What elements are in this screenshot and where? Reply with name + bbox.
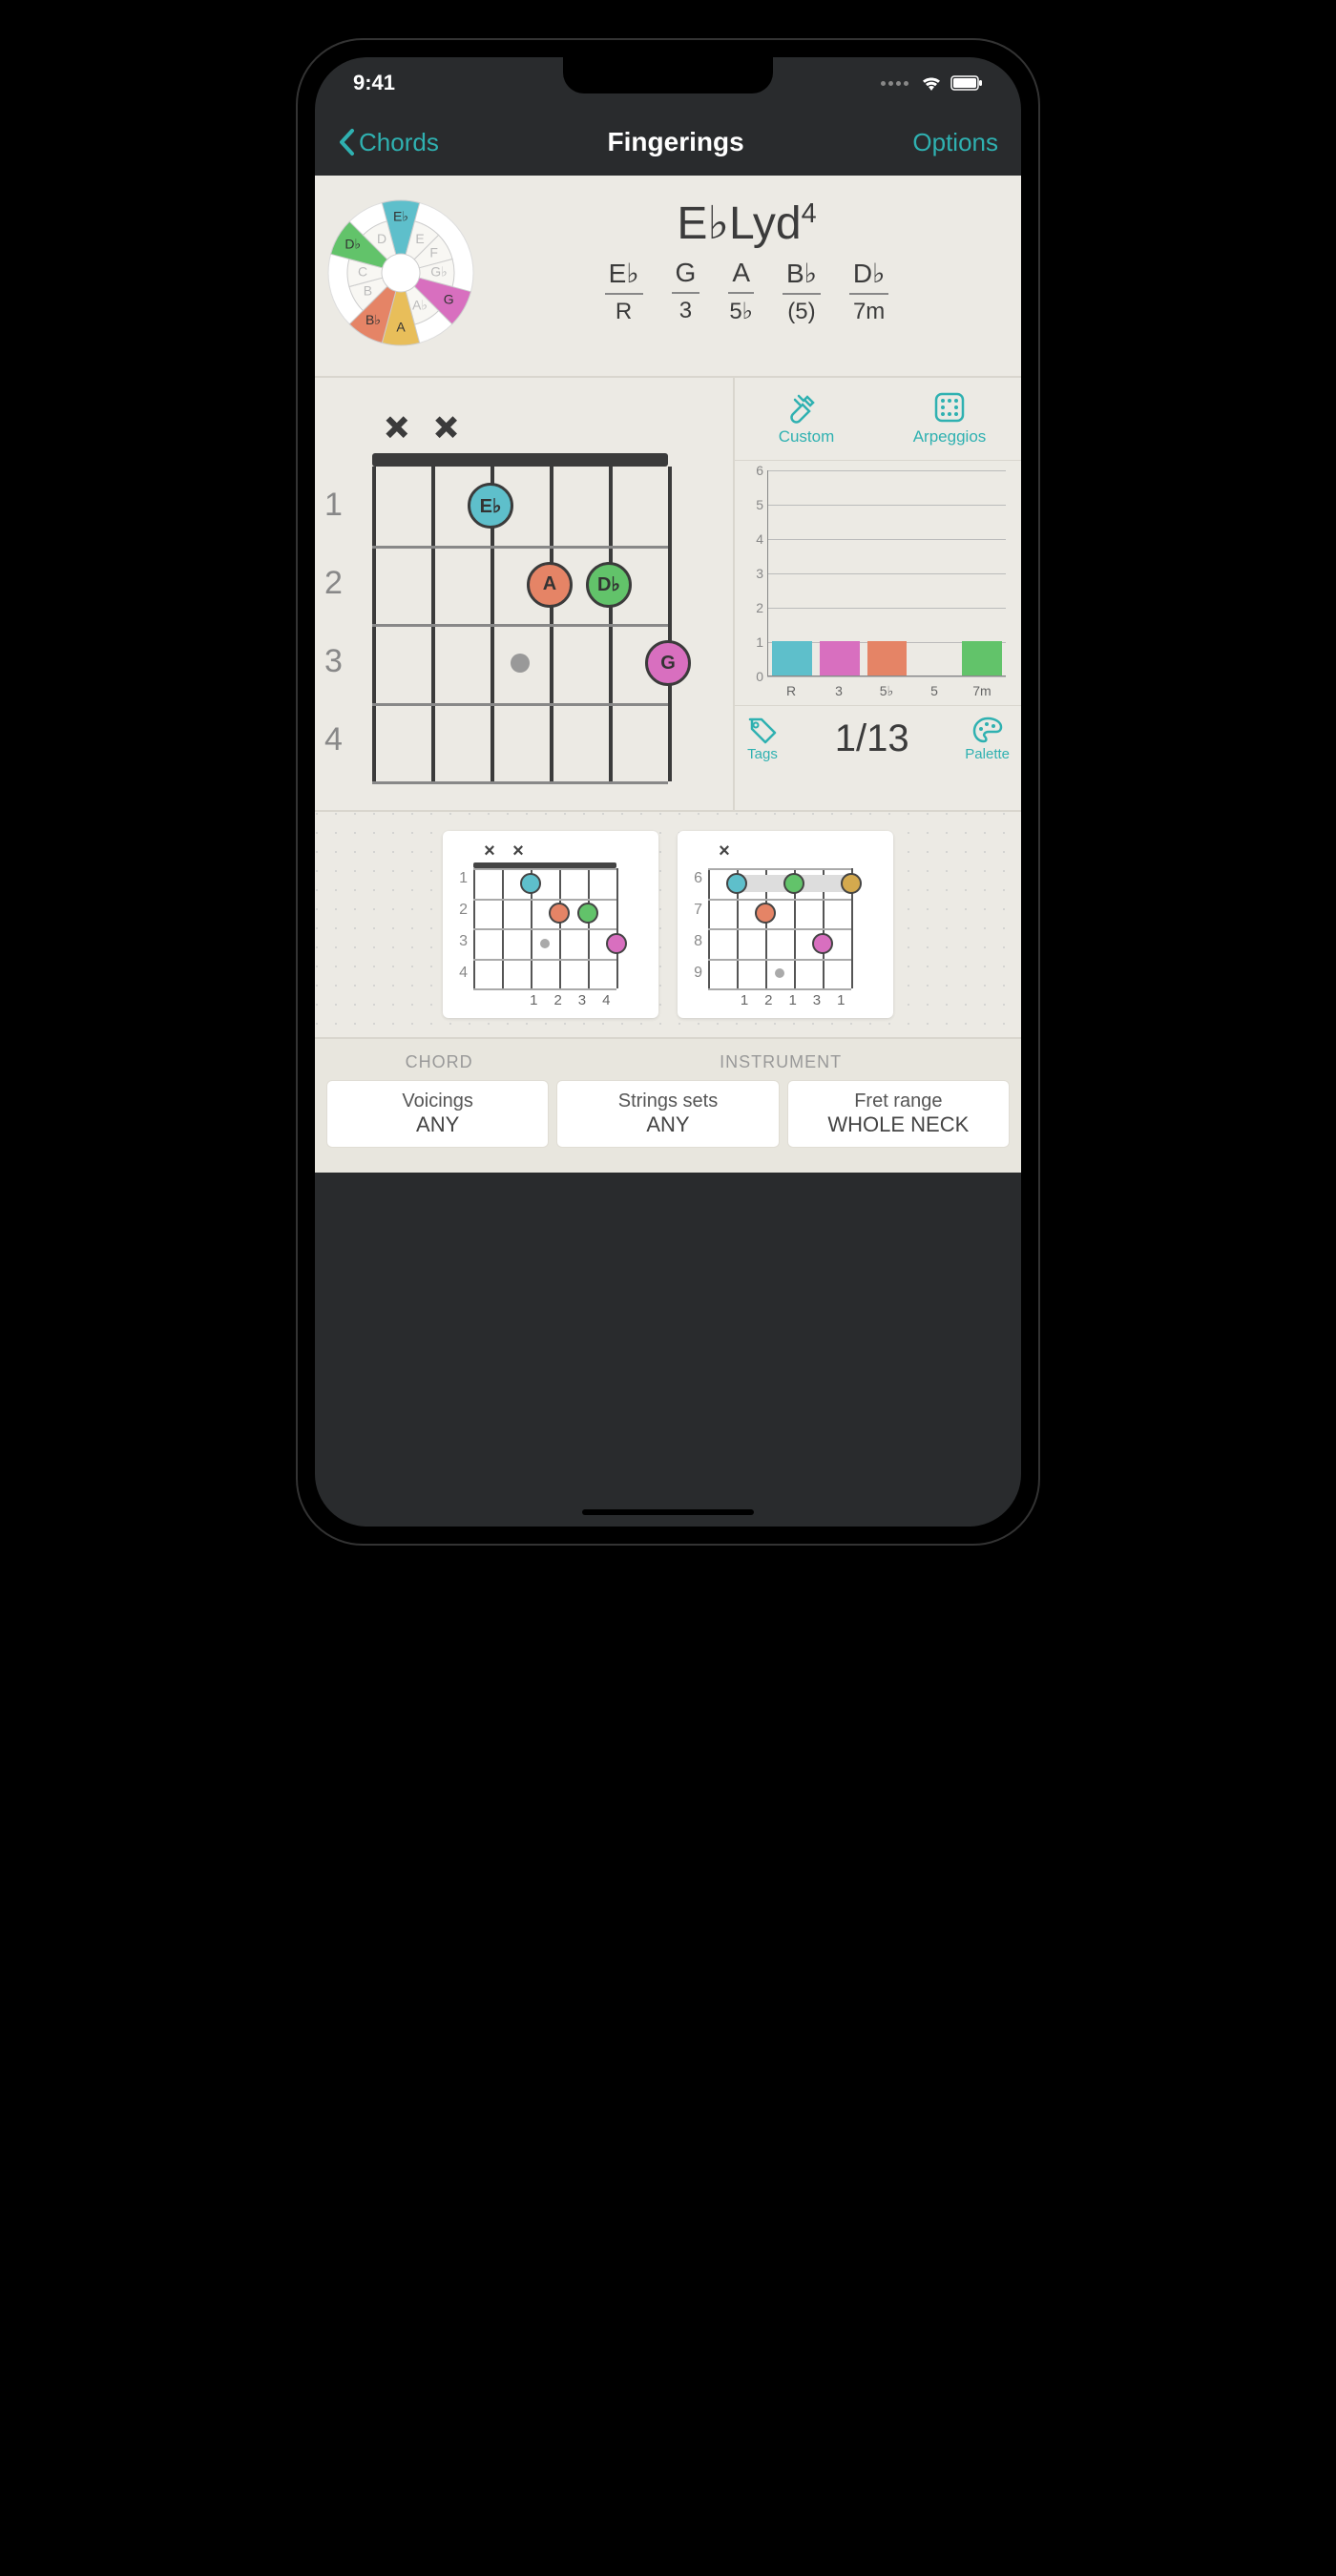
fingering-thumb[interactable]: ××12341234 <box>443 831 658 1018</box>
tags-button[interactable]: Tags <box>746 716 779 762</box>
fingering-thumb[interactable]: ×678912131 <box>678 831 893 1018</box>
arpeggio-icon <box>930 391 969 424</box>
wifi-icon <box>920 74 943 92</box>
custom-label: Custom <box>779 427 835 446</box>
palette-label: Palette <box>965 746 1010 762</box>
chord-name-root: E♭Lyd <box>677 198 801 249</box>
svg-text:D: D <box>377 231 386 246</box>
nut <box>372 453 668 467</box>
filter-button-2[interactable]: Fret rangeWHOLE NECK <box>787 1080 1010 1148</box>
chord-info: E♭Lyd4 E♭R G3 A5♭ B♭(5) D♭7m <box>491 197 1002 349</box>
tools-icon <box>787 391 825 424</box>
note-column: E♭R <box>605 258 643 325</box>
arpeggios-button[interactable]: Arpeggios <box>878 378 1021 460</box>
svg-text:G: G <box>444 292 454 307</box>
fret-grid: E♭AD♭G <box>372 467 668 781</box>
note-column: G3 <box>672 258 700 325</box>
screen: 9:41 Chords Fingerings Options E♭ EF G♭ G <box>315 57 1021 1527</box>
side-pane: Custom Arpeggios 0123456R35♭57m Tags 1/ <box>735 378 1021 810</box>
svg-text:C: C <box>358 264 367 280</box>
svg-text:A♭: A♭ <box>412 297 428 312</box>
nav-bar: Chords Fingerings Options <box>315 109 1021 176</box>
tags-label: Tags <box>747 746 778 762</box>
phone-frame: 9:41 Chords Fingerings Options E♭ EF G♭ G <box>296 38 1040 1546</box>
note-histogram: 0123456R35♭57m <box>735 461 1021 706</box>
cellular-icon <box>881 81 908 86</box>
chord-diagram[interactable]: 1234 ×× E♭AD♭G <box>315 378 735 810</box>
svg-text:B: B <box>364 283 372 299</box>
svg-text:E: E <box>415 231 424 246</box>
note-column: A5♭ <box>728 258 754 325</box>
filter-button-0[interactable]: VoicingsANY <box>326 1080 549 1148</box>
chord-name: E♭Lyd4 <box>491 197 1002 250</box>
note-column: B♭(5) <box>783 258 821 325</box>
note-column: D♭7m <box>849 258 888 325</box>
svg-text:D♭: D♭ <box>344 237 361 252</box>
chevron-left-icon <box>338 128 355 156</box>
status-icons <box>881 74 983 92</box>
fingering-counter: 1/13 <box>779 717 965 760</box>
filter-header-chord: CHORD <box>326 1052 552 1072</box>
content: E♭ EF G♭ G A♭ A B♭ BC D♭ D E♭Lyd4 E♭R G3 A5♭ B♭(5) D♭… <box>315 176 1021 1173</box>
options-button[interactable]: Options <box>912 128 998 157</box>
chord-header: E♭ EF G♭ G A♭ A B♭ BC D♭ D E♭Lyd4 E♭R G3 A5♭ B♭(5) D♭… <box>315 176 1021 378</box>
fret-labels: 1234 <box>324 466 343 779</box>
fingering-thumbnails[interactable]: ××12341234×678912131 <box>315 812 1021 1039</box>
svg-text:G♭: G♭ <box>430 264 448 280</box>
main-row: 1234 ×× E♭AD♭G Custom Arpe <box>315 378 1021 812</box>
home-indicator[interactable] <box>582 1509 754 1515</box>
filter-header-instrument: INSTRUMENT <box>552 1052 1010 1072</box>
string-mutes: ×× <box>372 406 668 449</box>
back-label: Chords <box>359 128 439 157</box>
filter-button-1[interactable]: Strings setsANY <box>556 1080 779 1148</box>
note-wheel[interactable]: E♭ EF G♭ G A♭ A B♭ BC D♭ D <box>324 197 477 349</box>
tag-icon <box>746 716 779 744</box>
svg-text:E♭: E♭ <box>393 209 408 224</box>
notch <box>563 57 773 93</box>
page-title: Fingerings <box>608 127 744 157</box>
chord-note-table: E♭R G3 A5♭ B♭(5) D♭7m <box>491 258 1002 325</box>
svg-text:A: A <box>396 320 406 335</box>
custom-button[interactable]: Custom <box>735 378 878 460</box>
arpeggios-label: Arpeggios <box>913 427 987 446</box>
status-time: 9:41 <box>353 71 395 95</box>
filter-section: CHORD INSTRUMENT VoicingsANYStrings sets… <box>315 1039 1021 1173</box>
chord-name-sup: 4 <box>802 198 817 229</box>
back-button[interactable]: Chords <box>338 128 439 157</box>
svg-text:F: F <box>429 245 438 260</box>
svg-text:B♭: B♭ <box>365 312 381 327</box>
battery-icon <box>950 75 983 91</box>
palette-icon <box>971 716 1004 744</box>
palette-button[interactable]: Palette <box>965 716 1010 762</box>
